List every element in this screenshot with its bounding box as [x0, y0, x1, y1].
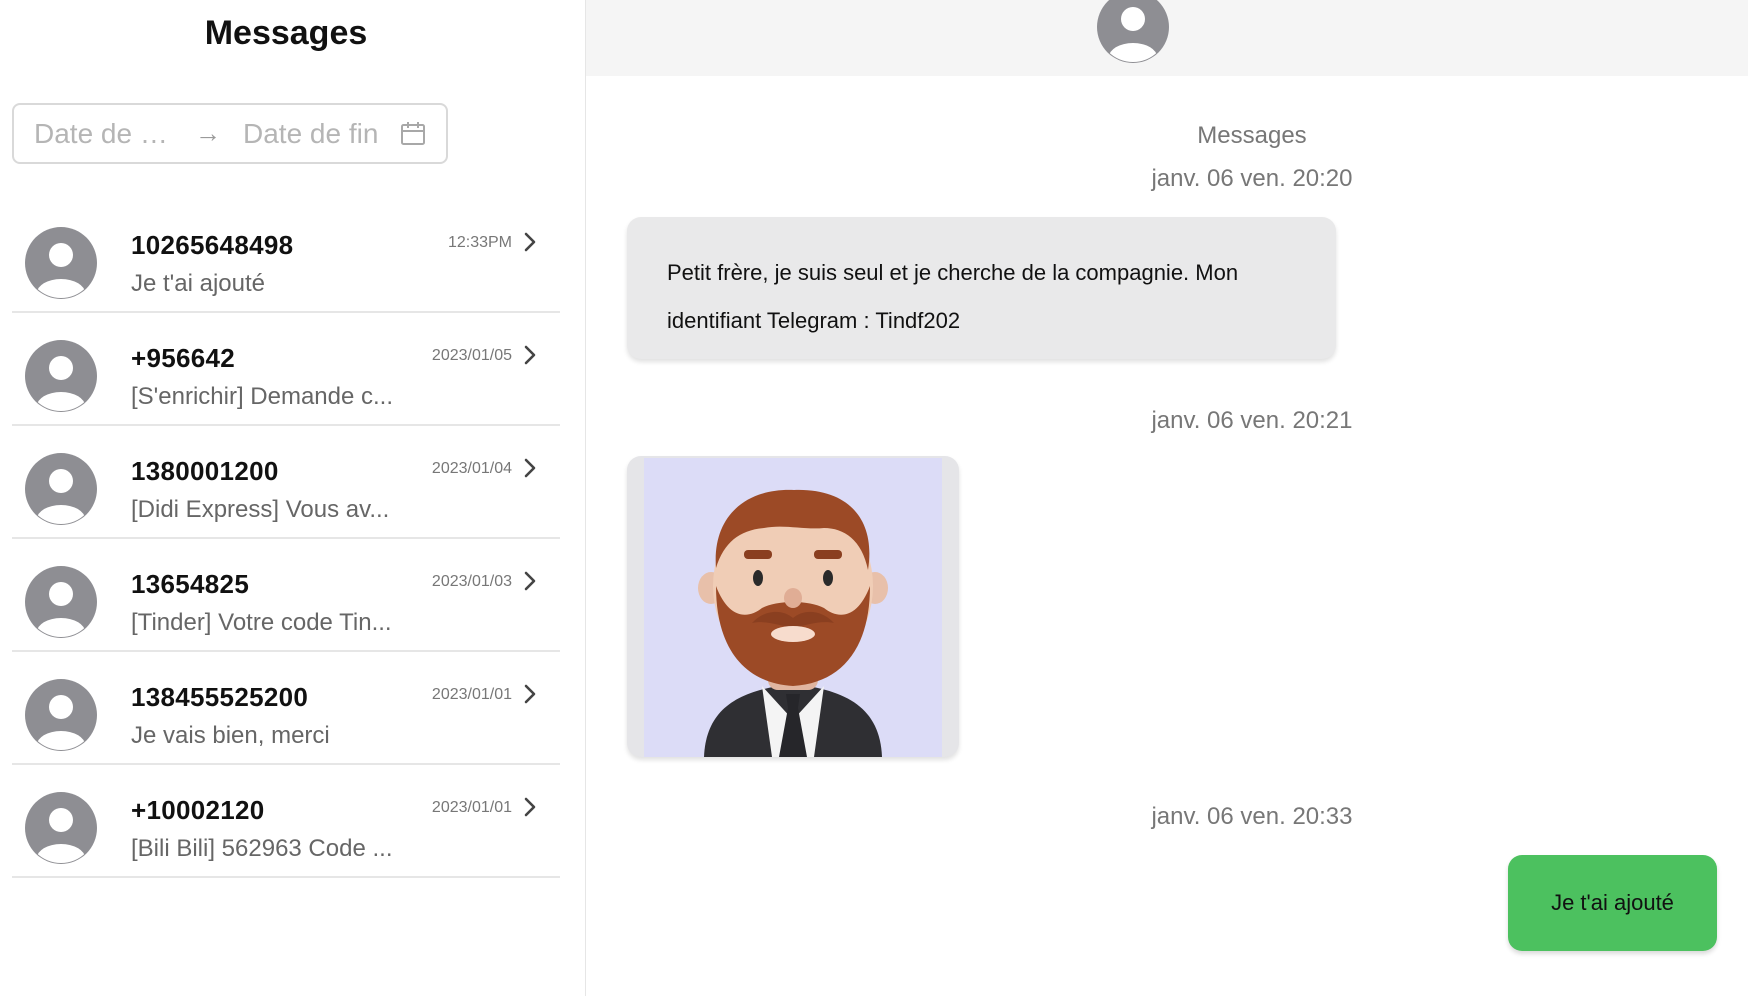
conversation-time: 2023/01/03	[431, 573, 512, 590]
conversation-item[interactable]: +956642 2023/01/05 [S'enrichir] Demande …	[12, 313, 560, 426]
avatar-icon	[24, 339, 98, 413]
conversation-list: 10265648498 12:33PM Je t'ai ajouté +9566…	[12, 200, 560, 878]
conversation-item[interactable]: +10002120 2023/01/01 [Bili Bili] 562963 …	[12, 765, 560, 878]
chevron-right-icon	[522, 343, 538, 367]
contact-avatar-icon[interactable]	[1096, 0, 1170, 64]
sidebar-title: Messages	[204, 14, 368, 52]
message-timestamp: janv. 06 ven. 20:33	[1151, 803, 1353, 830]
message-timestamp: janv. 06 ven. 20:20	[1151, 165, 1353, 192]
incoming-image-message[interactable]	[627, 456, 959, 757]
conversation-name: 138455525200	[131, 682, 309, 712]
avatar-icon	[24, 565, 98, 639]
conversation-name: +10002120	[131, 795, 265, 825]
chevron-right-icon	[522, 456, 538, 480]
conversation-preview: [Bili Bili] 562963 Code ...	[131, 835, 393, 862]
conversation-preview: [Didi Express] Vous av...	[131, 496, 390, 523]
conversation-sidebar: Messages Date de d... → Date de fin 1026…	[0, 0, 586, 996]
avatar-icon	[24, 678, 98, 752]
conversation-time: 2023/01/01	[431, 799, 512, 816]
chat-label: Messages	[1197, 122, 1307, 149]
date-range-picker[interactable]: Date de d... → Date de fin	[12, 103, 448, 164]
conversation-preview: [Tinder] Votre code Tin...	[131, 609, 392, 636]
conversation-name: 10265648498	[131, 230, 294, 260]
end-date-input[interactable]: Date de fin	[243, 118, 384, 150]
avatar-icon	[24, 226, 98, 300]
message-timestamp: janv. 06 ven. 20:21	[1151, 407, 1353, 434]
chat-panel: Messages janv. 06 ven. 20:20 Petit frère…	[586, 0, 1748, 996]
conversation-name: +956642	[131, 343, 236, 373]
conversation-item[interactable]: 10265648498 12:33PM Je t'ai ajouté	[12, 200, 560, 313]
conversation-time: 12:33PM	[447, 234, 512, 251]
chevron-right-icon	[522, 569, 538, 593]
calendar-icon[interactable]	[400, 121, 426, 147]
chat-header	[586, 0, 1748, 76]
range-arrow: →	[195, 118, 221, 148]
conversation-time: 2023/01/05	[431, 347, 512, 364]
avatar-icon	[24, 791, 98, 865]
chevron-right-icon	[522, 230, 538, 254]
outgoing-message-bubble[interactable]: Je t'ai ajouté	[1508, 855, 1717, 951]
chevron-right-icon	[522, 795, 538, 819]
conversation-time: 2023/01/04	[431, 460, 512, 477]
conversation-preview: [S'enrichir] Demande c...	[131, 383, 394, 410]
conversation-preview: Je t'ai ajouté	[131, 270, 266, 297]
conversation-name: 1380001200	[131, 456, 279, 486]
conversation-item[interactable]: 1380001200 2023/01/04 [Didi Express] Vou…	[12, 426, 560, 539]
conversation-preview: Je vais bien, merci	[131, 722, 330, 749]
start-date-input[interactable]: Date de d...	[34, 118, 175, 150]
bearded-man-avatar-image	[644, 458, 942, 757]
chevron-right-icon	[522, 682, 538, 706]
avatar-icon	[24, 452, 98, 526]
incoming-message-bubble[interactable]: Petit frère, je suis seul et je cherche …	[627, 217, 1336, 359]
conversation-time: 2023/01/01	[431, 686, 512, 703]
conversation-item[interactable]: 13654825 2023/01/03 [Tinder] Votre code …	[12, 539, 560, 652]
conversation-item[interactable]: 138455525200 2023/01/01 Je vais bien, me…	[12, 652, 560, 765]
conversation-name: 13654825	[131, 569, 250, 599]
